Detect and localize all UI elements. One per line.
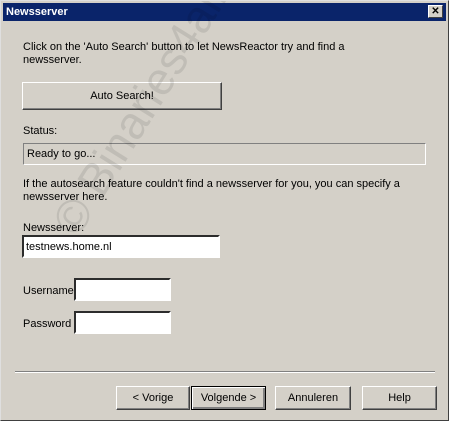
password-input[interactable]	[74, 311, 171, 334]
password-label: Password	[23, 318, 72, 330]
title-bar: Newsserver ✕	[3, 3, 446, 21]
close-icon[interactable]: ✕	[428, 5, 443, 18]
intro-text: Click on the 'Auto Search' button to let…	[23, 41, 345, 66]
help-button[interactable]: Help	[362, 386, 437, 410]
status-label: Status:	[23, 125, 58, 137]
separator	[15, 371, 435, 373]
username-label: Username	[23, 285, 74, 297]
cancel-button[interactable]: Annuleren	[275, 386, 351, 410]
next-button[interactable]: Volgende >	[191, 386, 266, 410]
newsserver-input[interactable]	[22, 235, 220, 258]
back-button[interactable]: < Vorige	[116, 386, 190, 410]
auto-search-button[interactable]: Auto Search!	[22, 82, 222, 110]
username-input[interactable]	[74, 278, 171, 301]
watermark: © Binaries4all	[41, 0, 237, 245]
status-field: Ready to go...	[23, 143, 426, 165]
window-title: Newsserver	[6, 6, 68, 18]
manual-text: If the autosearch feature couldn't find …	[23, 178, 400, 203]
newsserver-dialog: Newsserver ✕ Click on the 'Auto Search' …	[0, 0, 449, 421]
newsserver-label: Newsserver:	[23, 222, 85, 234]
